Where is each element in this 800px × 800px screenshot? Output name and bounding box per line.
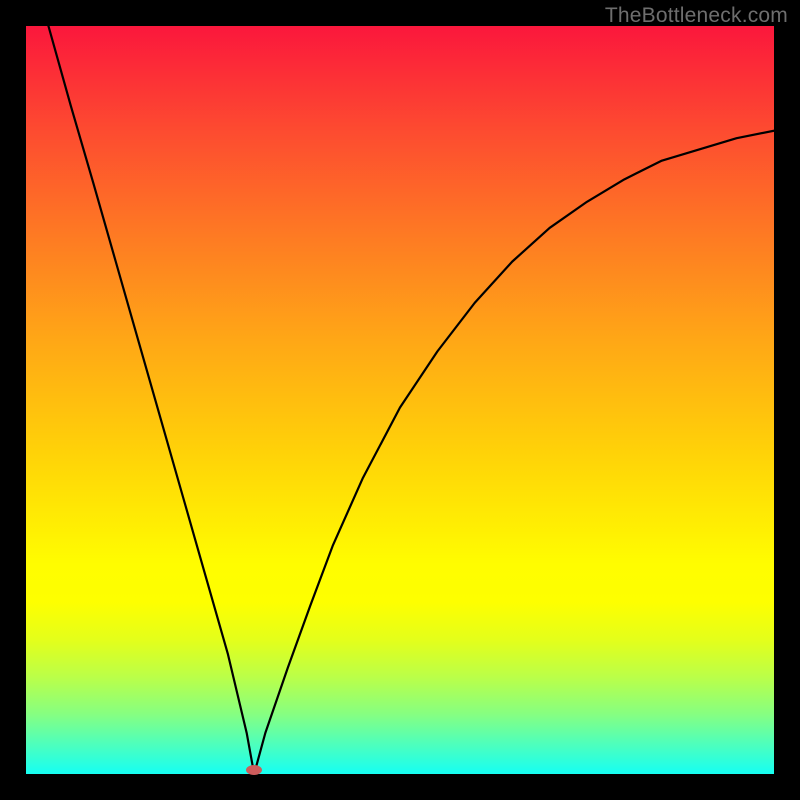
chart-plot-area bbox=[26, 26, 774, 774]
watermark-text: TheBottleneck.com bbox=[605, 4, 788, 28]
chart-curve bbox=[26, 26, 774, 774]
valley-marker bbox=[246, 765, 262, 775]
